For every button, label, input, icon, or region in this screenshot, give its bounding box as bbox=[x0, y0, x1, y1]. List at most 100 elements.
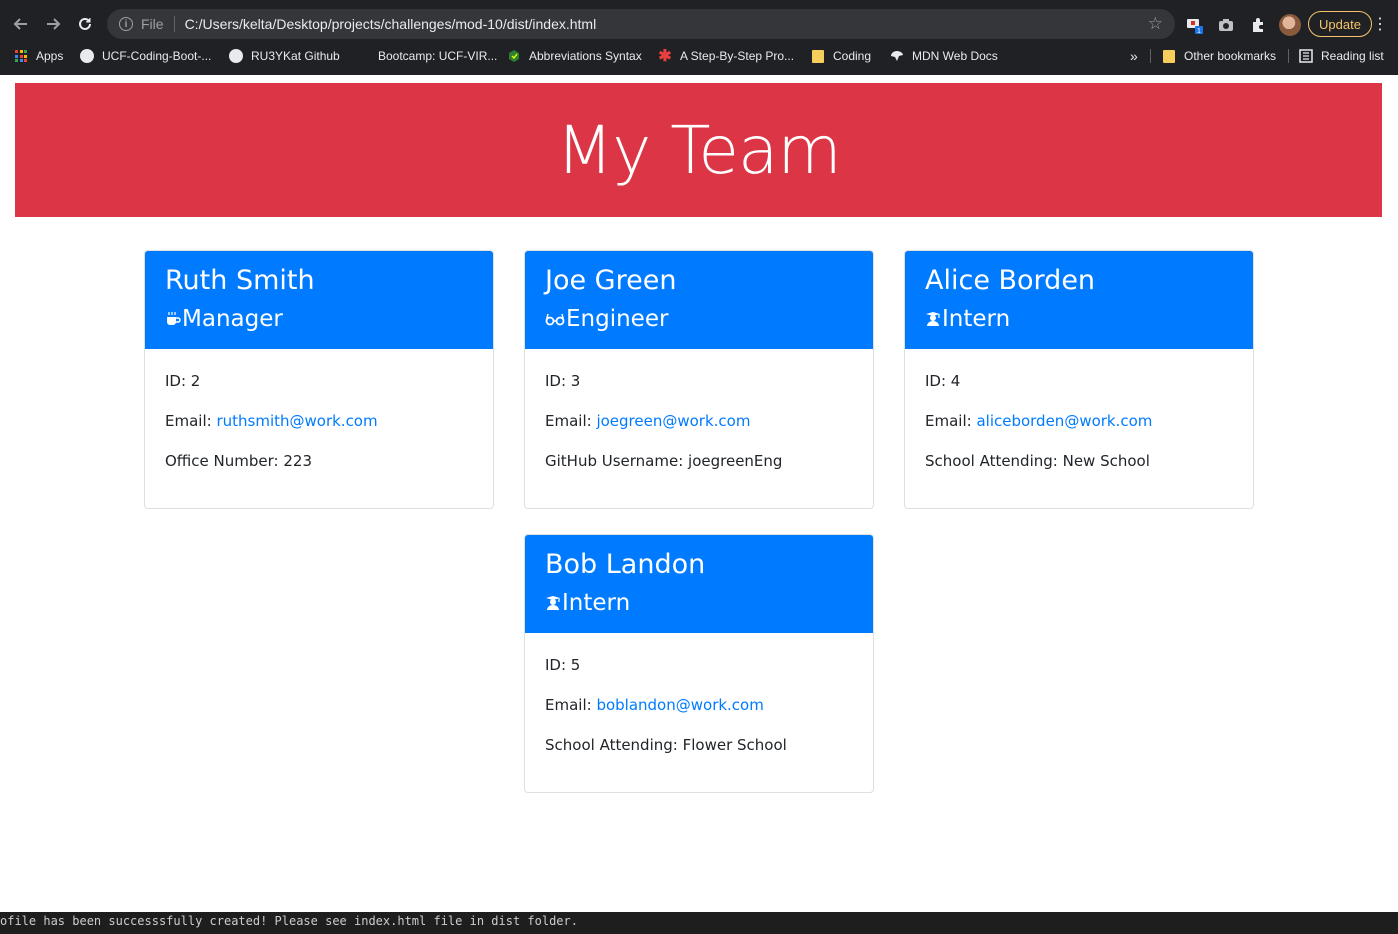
email-label: Email: bbox=[165, 412, 217, 430]
github-icon bbox=[80, 49, 94, 63]
back-button[interactable] bbox=[5, 8, 37, 40]
card-body: ID: 2 Email: ruthsmith@work.com Office N… bbox=[145, 349, 493, 493]
reload-button[interactable] bbox=[69, 8, 101, 40]
employee-email-row: Email: boblandon@work.com bbox=[545, 697, 853, 737]
employee-card: Alice Borden Intern ID: 4 Email: alicebo… bbox=[904, 250, 1254, 509]
folder-icon bbox=[1162, 49, 1176, 63]
email-label: Email: bbox=[545, 696, 597, 714]
card-body: ID: 5 Email: boblandon@work.com School A… bbox=[525, 633, 873, 777]
role-label: Manager bbox=[182, 306, 283, 332]
bookmarks-divider bbox=[1288, 49, 1289, 63]
employee-role: Engineer bbox=[545, 307, 853, 331]
bookmark-folder-coding[interactable]: Coding bbox=[811, 44, 871, 68]
page-title: My Team bbox=[556, 111, 841, 189]
terminal-output: ofile has been successsfully created! Pl… bbox=[0, 912, 1398, 934]
coffee-icon bbox=[165, 310, 181, 328]
bookmark-label: MDN Web Docs bbox=[912, 49, 998, 63]
bookmark-label: Abbreviations Syntax bbox=[529, 49, 642, 63]
bookmark-star-icon[interactable]: ☆ bbox=[1148, 14, 1163, 34]
update-button[interactable]: Update bbox=[1308, 11, 1372, 37]
camera-icon[interactable] bbox=[1216, 15, 1236, 35]
employee-name: Joe Green bbox=[545, 265, 677, 296]
reload-icon bbox=[79, 17, 91, 30]
employee-id: ID: 2 bbox=[165, 372, 201, 390]
bookmark-bootcamp[interactable]: Bootcamp: UCF-VIR... bbox=[356, 44, 497, 68]
bookmark-abbreviations[interactable]: Abbreviations Syntax bbox=[507, 44, 642, 68]
employee-email-row: Email: aliceborden@work.com bbox=[925, 413, 1233, 453]
back-arrow-icon bbox=[13, 18, 27, 30]
email-link[interactable]: joegreen@work.com bbox=[596, 412, 750, 430]
bookmark-ru3ykat-github[interactable]: RU3YKat Github bbox=[229, 44, 340, 68]
profile-avatar[interactable] bbox=[1279, 14, 1301, 36]
bookmark-label: Apps bbox=[36, 49, 64, 63]
github-icon bbox=[229, 49, 243, 63]
team-header: My Team bbox=[15, 83, 1382, 217]
employee-id: ID: 5 bbox=[545, 656, 581, 674]
extensions-puzzle-icon[interactable] bbox=[1248, 15, 1268, 35]
email-link[interactable]: boblandon@work.com bbox=[596, 696, 763, 714]
card-body: ID: 4 Email: aliceborden@work.com School… bbox=[905, 349, 1253, 493]
email-label: Email: bbox=[925, 412, 977, 430]
extension-icon bbox=[507, 49, 521, 63]
graduate-icon bbox=[545, 594, 561, 612]
mdn-icon bbox=[890, 49, 904, 63]
employee-name: Alice Borden bbox=[925, 265, 1096, 296]
employee-card: Ruth Smith Manager ID: 2 Email: ruthsmit… bbox=[144, 250, 494, 509]
reading-list[interactable]: Reading list bbox=[1299, 44, 1384, 68]
card-header: Joe Green Engineer bbox=[525, 251, 873, 349]
email-link[interactable]: ruthsmith@work.com bbox=[216, 412, 377, 430]
page-icon bbox=[356, 49, 370, 63]
omnibox-divider bbox=[173, 16, 175, 32]
bookmarks-overflow-button[interactable]: » bbox=[1130, 44, 1138, 68]
card-body: ID: 3 Email: joegreen@work.com GitHub Us… bbox=[525, 349, 873, 493]
bookmark-step-by-step[interactable]: ✱ A Step-By-Step Pro... bbox=[658, 44, 794, 68]
address-bar[interactable]: i File C:/Users/kelta/Desktop/projects/c… bbox=[107, 9, 1175, 39]
forward-arrow-icon bbox=[47, 18, 61, 30]
url-text[interactable]: C:/Users/kelta/Desktop/projects/challeng… bbox=[185, 16, 597, 32]
bookmark-mdn[interactable]: MDN Web Docs bbox=[890, 44, 998, 68]
role-label: Intern bbox=[942, 306, 1011, 332]
bookmark-label: A Step-By-Step Pro... bbox=[680, 49, 795, 63]
employee-role: Intern bbox=[545, 591, 853, 615]
asterisk-icon: ✱ bbox=[658, 48, 672, 65]
terminal-line: ofile has been successsfully created! Pl… bbox=[0, 914, 578, 928]
employee-office-number: Office Number: 223 bbox=[165, 452, 312, 470]
employee-card: Joe Green Engineer ID: 3 Email: joegreen… bbox=[524, 250, 874, 509]
browser-toolbar: i File C:/Users/kelta/Desktop/projects/c… bbox=[0, 7, 1398, 41]
email-link[interactable]: aliceborden@work.com bbox=[976, 412, 1152, 430]
reading-list-label: Reading list bbox=[1321, 49, 1384, 63]
bookmarks-divider bbox=[1150, 49, 1151, 63]
extension-badge: 1 bbox=[1197, 28, 1201, 35]
folder-icon bbox=[811, 49, 825, 63]
email-label: Email: bbox=[545, 412, 597, 430]
menu-dots-icon[interactable]: ⋮ bbox=[1372, 14, 1388, 34]
employee-github: GitHub Username: joegreenEng bbox=[545, 452, 783, 470]
bookmark-apps[interactable]: Apps bbox=[14, 44, 63, 68]
bookmark-ucf-coding[interactable]: UCF-Coding-Boot-... bbox=[80, 44, 211, 68]
bookmark-label: RU3YKat Github bbox=[251, 49, 340, 63]
role-label: Intern bbox=[562, 590, 631, 616]
browser-chrome: i File C:/Users/kelta/Desktop/projects/c… bbox=[0, 0, 1398, 75]
employee-card: Bob Landon Intern ID: 5 Email: boblandon… bbox=[524, 534, 874, 793]
bookmarks-bar: Apps UCF-Coding-Boot-... RU3YKat Github … bbox=[0, 44, 1398, 68]
forward-button[interactable] bbox=[37, 8, 69, 40]
employee-email-row: Email: joegreen@work.com bbox=[545, 413, 853, 453]
bookmark-label: UCF-Coding-Boot-... bbox=[102, 49, 212, 63]
card-header: Bob Landon Intern bbox=[525, 535, 873, 633]
employee-role: Intern bbox=[925, 307, 1233, 331]
other-bookmarks-label: Other bookmarks bbox=[1184, 49, 1277, 63]
employee-name: Bob Landon bbox=[545, 549, 706, 580]
extension-cast-icon[interactable]: 1 bbox=[1185, 15, 1205, 35]
card-header: Ruth Smith Manager bbox=[145, 251, 493, 349]
bookmark-label: Coding bbox=[833, 49, 872, 63]
card-header: Alice Borden Intern bbox=[905, 251, 1253, 349]
employee-school: School Attending: Flower School bbox=[545, 736, 787, 754]
employee-school: School Attending: New School bbox=[925, 452, 1150, 470]
apps-grid-icon bbox=[14, 49, 28, 63]
bookmark-label: Bootcamp: UCF-VIR... bbox=[378, 49, 498, 63]
other-bookmarks[interactable]: Other bookmarks bbox=[1162, 44, 1276, 68]
info-icon[interactable]: i bbox=[119, 17, 133, 31]
role-label: Engineer bbox=[566, 306, 669, 332]
employee-id: ID: 4 bbox=[925, 372, 961, 390]
reading-list-icon bbox=[1299, 49, 1313, 63]
